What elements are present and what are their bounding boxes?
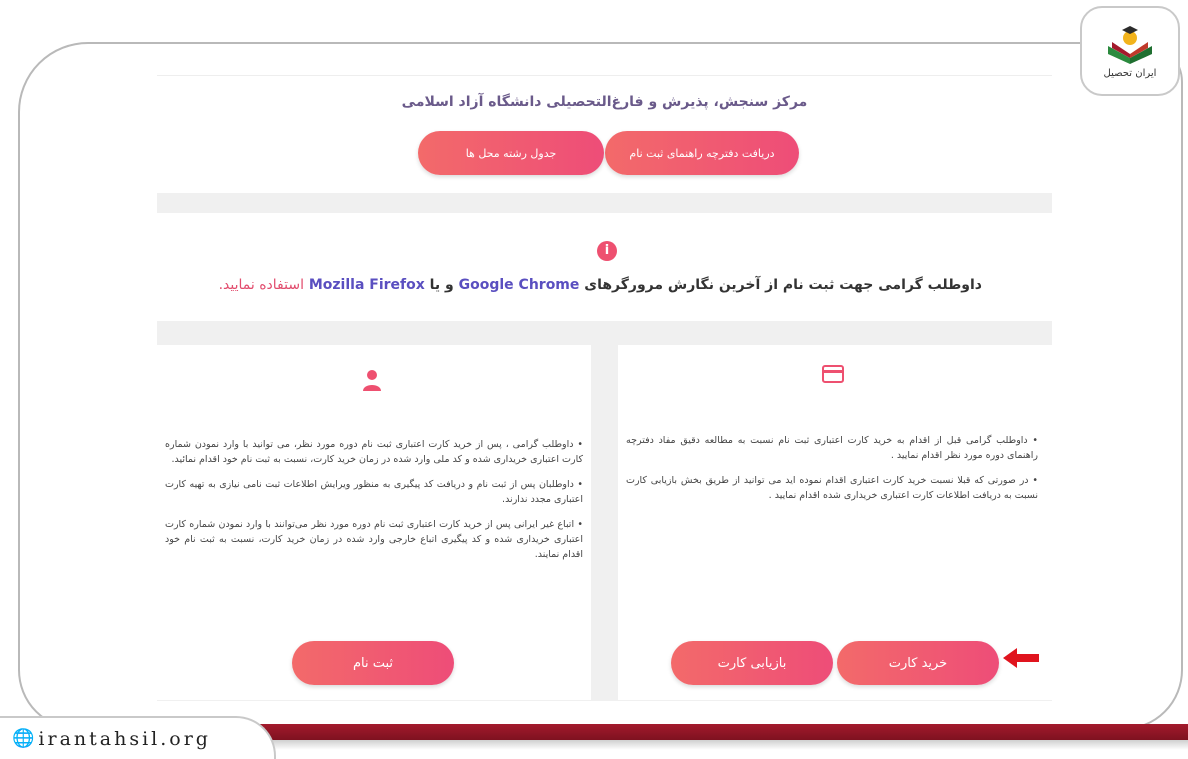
logo-text: ایران تحصیل xyxy=(1103,67,1157,79)
user-panel: • داوطلب گرامی ، پس از خرید کارت اعتباری… xyxy=(157,345,591,700)
card-panel: • داوطلب گرامی قبل از اقدام به خرید کارت… xyxy=(618,345,1052,700)
globe-icon: 🌐 xyxy=(12,728,35,749)
notice-suffix: استفاده نمایید. xyxy=(218,277,304,293)
card-info-paragraph: • در صورتی که قبلا نسبت خرید کارت اعتبار… xyxy=(626,475,1038,501)
notice-firefox: Mozilla Firefox xyxy=(308,277,425,293)
notice-and-or: و یا xyxy=(429,277,454,293)
notice-prefix: داوطلب گرامی جهت ثبت نام از آخرین نگارش … xyxy=(584,277,982,293)
browser-notice: داوطلب گرامی جهت ثبت نام از آخرین نگارش … xyxy=(157,277,982,293)
card-info-paragraph: • داوطلب گرامی قبل از اقدام به خرید کارت… xyxy=(626,435,1038,461)
credit-card-icon xyxy=(822,365,844,383)
card-panel-text: • داوطلب گرامی قبل از اقدام به خرید کارت… xyxy=(626,433,1038,513)
brand-logo: ایران تحصیل xyxy=(1080,6,1180,96)
divider-strip xyxy=(157,193,1052,213)
book-logo-icon xyxy=(1108,25,1152,64)
register-info-paragraph: • داوطلبان پس از ثبت نام و دریافت کد پیگ… xyxy=(165,479,583,505)
info-icon: i xyxy=(597,241,617,261)
notice-chrome: Google Chrome xyxy=(458,277,580,293)
field-table-button[interactable]: جدول رشته محل ها xyxy=(418,131,604,175)
header-card: مرکز سنجش، پذیرش و فارغ‌التحصیلی دانشگاه… xyxy=(157,75,1052,191)
register-info-paragraph: • اتباع غیر ایرانی پس از خرید کارت اعتبا… xyxy=(165,519,583,560)
buy-card-button[interactable]: خرید کارت xyxy=(837,641,999,685)
site-url: irantahsil.org xyxy=(38,727,211,750)
recover-card-button[interactable]: بازیابی کارت xyxy=(671,641,833,685)
site-url-badge: 🌐 irantahsil.org xyxy=(0,716,276,759)
page-title: مرکز سنجش، پذیرش و فارغ‌التحصیلی دانشگاه… xyxy=(401,94,808,110)
register-info-paragraph: • داوطلب گرامی ، پس از خرید کارت اعتباری… xyxy=(165,439,583,465)
guide-download-button[interactable]: دریافت دفترچه راهنمای ثبت نام xyxy=(605,131,799,175)
register-button[interactable]: ثبت نام xyxy=(292,641,454,685)
arrow-left-icon xyxy=(1003,648,1039,668)
user-icon xyxy=(363,370,381,391)
user-panel-text: • داوطلب گرامی ، پس از خرید کارت اعتباری… xyxy=(165,437,583,572)
